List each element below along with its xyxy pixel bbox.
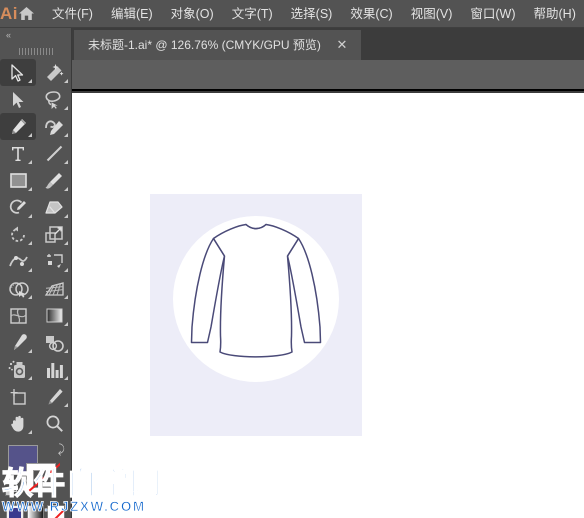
canvas-area[interactable] [72,93,584,518]
gradient-tool[interactable] [36,302,72,329]
scale-tool[interactable] [36,221,72,248]
width-tool[interactable] [0,248,36,275]
free-transform-tool[interactable] [36,248,72,275]
document-tab-strip: 未标题-1.ai* @ 126.76% (CMYK/GPU 预览) ✕ [72,28,584,60]
none-mode-button[interactable] [47,505,66,518]
menu-item-window[interactable]: 窗口(W) [461,0,524,28]
stroke-swatch[interactable] [26,463,56,493]
shaper-tool[interactable] [0,194,36,221]
menu-item-effect[interactable]: 效果(C) [341,0,401,28]
hand-tool[interactable] [0,410,36,437]
pen-tool[interactable] [0,113,36,140]
document-area: 未标题-1.ai* @ 126.76% (CMYK/GPU 预览) ✕ [72,28,584,518]
swap-fill-stroke-icon[interactable]: ⤸ [58,442,65,457]
menu-item-type[interactable]: 文字(T) [223,0,282,28]
rectangle-tool[interactable] [0,167,36,194]
curvature-tool[interactable] [36,113,72,140]
magic-wand-tool[interactable] [36,59,72,86]
column-graph-tool[interactable] [36,356,72,383]
slice-tool[interactable] [36,383,72,410]
eyedropper-tool[interactable] [0,329,36,356]
shape-builder-tool[interactable] [0,275,36,302]
color-mode-button[interactable] [6,505,24,518]
control-panel[interactable] [72,60,584,91]
tool-panel-collapse-button[interactable]: « [0,28,71,43]
gradient-mode-button[interactable] [26,505,45,518]
default-fill-stroke-icon[interactable] [5,484,18,497]
eraser-tool[interactable] [36,194,72,221]
ai-logo: Ai [0,3,18,23]
paintbrush-tool[interactable] [36,167,72,194]
menu-item-object[interactable]: 对象(O) [162,0,223,28]
document-tab-label: 未标题-1.ai* @ 126.76% (CMYK/GPU 预览) [88,38,321,52]
symbol-sprayer-tool[interactable] [0,356,36,383]
zoom-tool[interactable] [36,410,72,437]
tool-panel: « ⤸ [0,28,72,518]
menu-bar: Ai 文件(F) 编辑(E) 对象(O) 文字(T) 选择(S) 效果(C) 视… [0,0,584,28]
tool-grid [0,59,71,437]
color-mode-buttons [0,503,71,518]
mesh-tool[interactable] [0,302,36,329]
menu-item-select[interactable]: 选择(S) [282,0,342,28]
type-tool[interactable] [0,140,36,167]
selection-tool[interactable] [0,59,36,86]
rotate-tool[interactable] [0,221,36,248]
menu-item-help[interactable]: 帮助(H) [525,0,584,28]
line-segment-tool[interactable] [36,140,72,167]
menu-item-edit[interactable]: 编辑(E) [102,0,162,28]
tool-panel-drag-handle[interactable] [0,43,71,59]
home-icon[interactable] [18,6,35,21]
perspective-grid-tool[interactable] [36,275,72,302]
lasso-tool[interactable] [36,86,72,113]
document-tab[interactable]: 未标题-1.ai* @ 126.76% (CMYK/GPU 预览) ✕ [74,30,361,60]
blend-tool[interactable] [36,329,72,356]
artwork-svg [150,194,362,436]
artboard-tool[interactable] [0,383,36,410]
menu-item-view[interactable]: 视图(V) [402,0,462,28]
menu-items: 文件(F) 编辑(E) 对象(O) 文字(T) 选择(S) 效果(C) 视图(V… [43,0,584,28]
artwork-shirt-illustration[interactable] [150,194,362,436]
illustrator-window: Ai 文件(F) 编辑(E) 对象(O) 文字(T) 选择(S) 效果(C) 视… [0,0,584,518]
direct-selection-tool[interactable] [0,86,36,113]
menu-item-file[interactable]: 文件(F) [43,0,102,28]
close-icon[interactable]: ✕ [335,30,349,60]
fill-stroke-control: ⤸ [0,441,71,503]
